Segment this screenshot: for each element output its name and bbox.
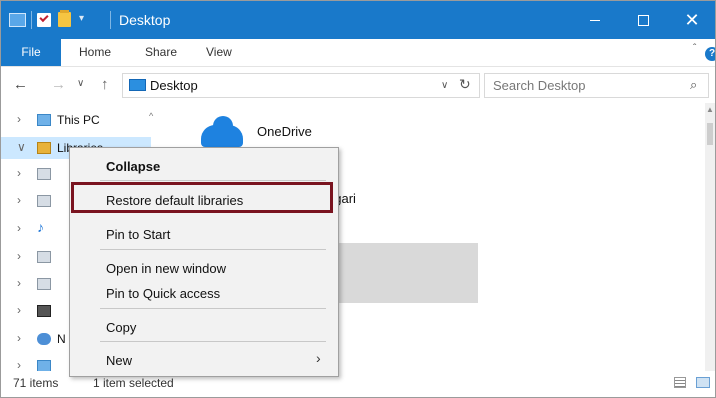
- properties-icon[interactable]: [37, 13, 51, 27]
- collapse-chevron-icon[interactable]: ∨: [17, 140, 26, 154]
- expand-chevron-icon[interactable]: ›: [17, 331, 21, 345]
- menu-item-copy[interactable]: Copy: [70, 314, 338, 340]
- address-row: ← → ∨ ↑ Desktop ∨ ↻ Search Desktop ⌕: [1, 67, 715, 103]
- menu-item-open-in-new-window[interactable]: Open in new window: [70, 255, 338, 281]
- new-folder-icon[interactable]: [58, 10, 71, 27]
- expand-chevron-icon[interactable]: ›: [17, 193, 21, 207]
- customize-toolbar-icon[interactable]: ▾: [79, 13, 84, 29]
- scroll-up-icon[interactable]: ▲: [706, 105, 714, 114]
- quick-access-separator: [31, 11, 32, 29]
- back-button[interactable]: ←: [13, 76, 28, 93]
- documents-icon: [37, 195, 51, 207]
- menu-item-label: Pin to Quick access: [106, 286, 221, 301]
- submenu-chevron-icon: ›: [316, 350, 321, 366]
- ribbon-tabs: File Home Share View ˆ ?: [1, 39, 715, 67]
- selection-count: 1 item selected: [93, 376, 174, 390]
- menu-item-new[interactable]: New ›: [70, 347, 338, 373]
- close-button[interactable]: ✕: [669, 5, 715, 35]
- tab-view[interactable]: View: [206, 39, 232, 66]
- search-placeholder[interactable]: Search Desktop: [493, 78, 586, 93]
- menu-separator: [100, 308, 326, 309]
- cloud-icon[interactable]: [201, 116, 243, 147]
- address-path[interactable]: Desktop: [150, 78, 198, 93]
- help-icon[interactable]: ?: [705, 47, 715, 61]
- file-name-onedrive[interactable]: OneDrive: [257, 124, 312, 139]
- recent-locations-button[interactable]: ∨: [77, 78, 84, 89]
- menu-item-label: Collapse: [106, 159, 161, 174]
- menu-separator: [100, 180, 326, 181]
- tab-share[interactable]: Share: [145, 39, 177, 66]
- expand-chevron-icon[interactable]: ›: [17, 221, 21, 235]
- title-separator: [110, 11, 111, 29]
- details-view-icon[interactable]: [674, 377, 686, 388]
- minimize-button[interactable]: [572, 5, 618, 35]
- expand-ribbon-icon[interactable]: ˆ: [693, 43, 696, 54]
- address-dropdown-icon[interactable]: ∨: [441, 80, 448, 91]
- explorer-app-icon[interactable]: [9, 13, 26, 27]
- maximize-button[interactable]: [620, 5, 666, 35]
- search-icon[interactable]: ⌕: [690, 77, 697, 93]
- up-button[interactable]: ↑: [101, 76, 109, 93]
- nav-item-this-pc[interactable]: › This PC: [1, 109, 151, 131]
- menu-item-collapse[interactable]: Collapse: [70, 153, 338, 179]
- pictures-icon: [37, 278, 51, 290]
- refresh-icon[interactable]: ↻: [459, 76, 471, 93]
- nav-item-label: N: [57, 332, 66, 346]
- network-icon: [37, 333, 51, 345]
- expand-chevron-icon[interactable]: ›: [17, 358, 21, 372]
- window-title: Desktop: [119, 12, 171, 28]
- menu-separator: [100, 249, 326, 250]
- pc-icon: [37, 114, 51, 126]
- libraries-icon: [37, 142, 51, 154]
- desktop-icon: [129, 79, 146, 91]
- documents-icon: [37, 168, 51, 180]
- vertical-scrollbar[interactable]: ▲: [705, 103, 715, 371]
- menu-item-pin-to-start[interactable]: Pin to Start: [70, 221, 338, 247]
- title-bar: ▾ Desktop ✕: [1, 1, 715, 39]
- tab-file[interactable]: File: [1, 39, 61, 66]
- videos-icon: [37, 305, 51, 317]
- music-icon: ♪: [37, 219, 44, 235]
- expand-chevron-icon[interactable]: ›: [17, 249, 21, 263]
- address-bar[interactable]: Desktop ∨ ↻: [122, 73, 480, 98]
- highlight-annotation-box: [71, 182, 333, 213]
- search-box[interactable]: Search Desktop ⌕: [484, 73, 709, 98]
- pictures-icon: [37, 251, 51, 263]
- expand-chevron-icon[interactable]: ›: [17, 166, 21, 180]
- menu-item-label: Copy: [106, 320, 137, 335]
- expand-chevron-icon[interactable]: ›: [17, 303, 21, 317]
- forward-button[interactable]: →: [51, 76, 66, 93]
- item-count: 71 items: [13, 376, 59, 390]
- expand-chevron-icon[interactable]: ›: [17, 276, 21, 290]
- explorer-window: ▾ Desktop ✕ File Home Share View ˆ ? ← →…: [0, 0, 716, 398]
- expand-chevron-icon[interactable]: ›: [17, 112, 21, 126]
- nav-item-label: This PC: [57, 113, 100, 127]
- nav-scroll-up-icon[interactable]: ^: [149, 111, 153, 121]
- menu-item-label: New: [106, 353, 133, 368]
- menu-item-pin-to-quick-access[interactable]: Pin to Quick access: [70, 280, 338, 306]
- menu-item-label: Pin to Start: [106, 227, 171, 242]
- tab-home[interactable]: Home: [79, 39, 111, 66]
- menu-item-label: Open in new window: [106, 261, 226, 276]
- scrollbar-thumb[interactable]: [707, 123, 713, 145]
- menu-separator: [100, 341, 326, 342]
- large-icons-view-icon[interactable]: [696, 377, 710, 388]
